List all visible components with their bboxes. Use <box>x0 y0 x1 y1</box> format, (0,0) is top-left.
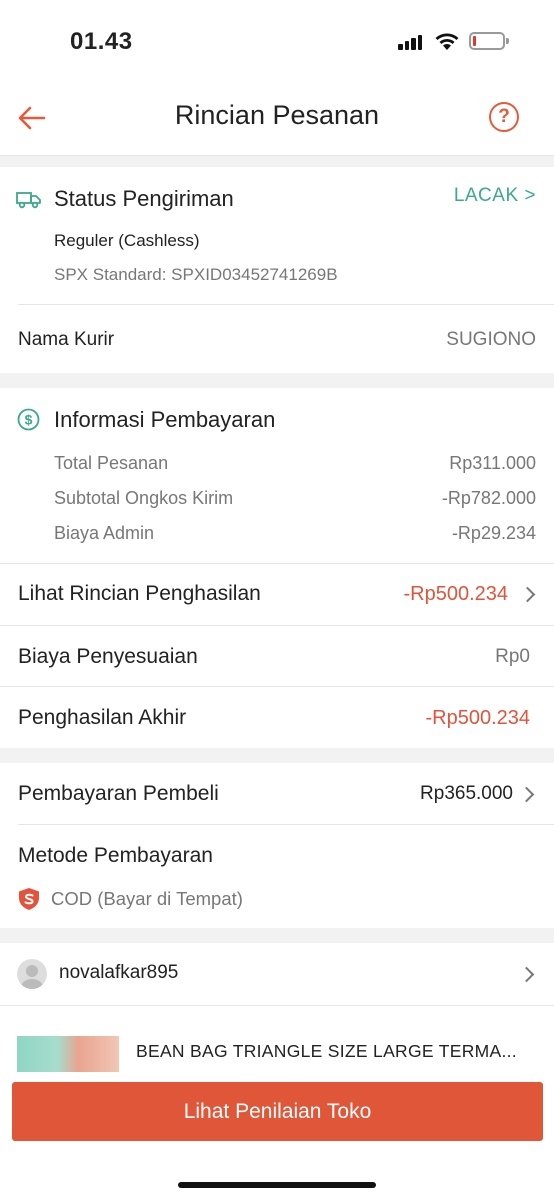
chevron-right-icon <box>518 786 535 803</box>
tracking-number: SPX Standard: SPXID03452741269B <box>54 265 338 284</box>
buyer-payment-card: Pembayaran Pembeli Rp365.000 Metode Pemb… <box>0 763 554 928</box>
buyer-row[interactable]: novalafkar895 <box>0 943 554 1005</box>
bottom-bar: Lihat Penilaian Toko <box>0 1072 554 1200</box>
product-thumbnail[interactable] <box>17 1036 119 1076</box>
chevron-right-icon <box>519 586 536 603</box>
income-detail-row[interactable]: Lihat Rincian Penghasilan -Rp500.234 <box>0 564 554 625</box>
buyer-payment-row[interactable]: Pembayaran Pembeli Rp365.000 <box>0 763 554 824</box>
shipping-status-card: Status Pengiriman LACAK > Reguler (Cashl… <box>0 167 554 373</box>
shipping-status-title: Status Pengiriman <box>54 186 234 211</box>
truck-icon <box>16 192 41 209</box>
adjustment-label: Biaya Penyesuaian <box>18 645 198 668</box>
divider <box>0 625 554 626</box>
product-name[interactable]: BEAN BAG TRIANGLE SIZE LARGE TERMA... <box>136 1041 517 1062</box>
track-link[interactable]: LACAK > <box>454 185 536 207</box>
shipping-subtotal-value: -Rp782.000 <box>441 488 536 508</box>
income-detail-value: -Rp500.234 <box>403 583 508 605</box>
courier-value: SUGIONO <box>446 329 536 350</box>
buyer-payment-value: Rp365.000 <box>420 783 513 804</box>
view-store-rating-button[interactable]: Lihat Penilaian Toko <box>12 1082 543 1141</box>
payment-info-card: $ Informasi Pembayaran Total Pesanan Rp3… <box>0 388 554 748</box>
home-indicator <box>178 1182 376 1188</box>
divider <box>0 686 554 687</box>
divider <box>18 824 554 825</box>
admin-fee-label: Biaya Admin <box>54 523 155 543</box>
payment-info-title: Informasi Pembayaran <box>54 407 276 432</box>
page-title: Rincian Pesanan <box>174 100 380 130</box>
svg-text:$: $ <box>25 412 33 428</box>
total-order-line: Total Pesanan Rp311.000 <box>54 453 536 474</box>
chevron-right-icon <box>518 966 535 983</box>
buyer-payment-label: Pembayaran Pembeli <box>18 782 219 805</box>
final-income-value: -Rp500.234 <box>425 707 530 729</box>
header: Rincian Pesanan ? <box>0 80 554 156</box>
shipping-subtotal-label: Subtotal Ongkos Kirim <box>54 488 234 508</box>
shield-icon <box>19 888 39 910</box>
payment-method-label: Metode Pembayaran <box>18 844 213 867</box>
help-icon[interactable]: ? <box>489 102 519 132</box>
wifi-icon <box>435 33 459 50</box>
admin-fee-line: Biaya Admin -Rp29.234 <box>54 523 536 544</box>
total-order-value: Rp311.000 <box>449 453 536 473</box>
admin-fee-value: -Rp29.234 <box>451 523 536 543</box>
payment-method-value: COD (Bayar di Tempat) <box>51 888 243 909</box>
shipping-service: Reguler (Cashless) <box>54 231 200 250</box>
avatar <box>17 959 47 989</box>
buyer-username: novalafkar895 <box>59 962 179 983</box>
battery-icon <box>469 32 509 50</box>
divider <box>18 304 554 305</box>
shipping-subtotal-line: Subtotal Ongkos Kirim -Rp782.000 <box>54 488 536 509</box>
total-order-label: Total Pesanan <box>54 453 169 473</box>
final-income-label: Penghasilan Akhir <box>18 706 187 729</box>
status-bar: 01.43 <box>0 0 554 80</box>
adjustment-value: Rp0 <box>495 646 530 667</box>
income-detail-label: Lihat Rincian Penghasilan <box>18 582 261 605</box>
cellular-signal-icon <box>398 34 424 50</box>
divider <box>0 1005 554 1006</box>
courier-label: Nama Kurir <box>18 329 115 350</box>
dollar-circle-icon: $ <box>17 408 40 431</box>
status-time: 01.43 <box>70 28 133 55</box>
